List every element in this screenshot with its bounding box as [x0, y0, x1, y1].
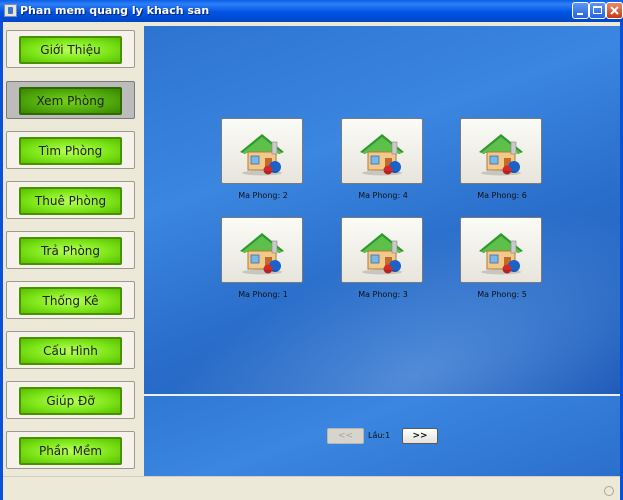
room-card-6: Ma Phong: 6 — [460, 118, 544, 200]
menu-item-xem-phong[interactable]: Xem Phòng — [6, 81, 135, 119]
room-label: Ma Phong: 5 — [477, 290, 527, 299]
house-icon — [471, 126, 531, 176]
room-label: Ma Phong: 4 — [358, 191, 408, 200]
room-card-3: Ma Phong: 3 — [341, 217, 425, 299]
house-icon — [471, 225, 531, 275]
room-button[interactable] — [341, 118, 423, 184]
room-button[interactable] — [460, 217, 542, 283]
menu-button-phan-mem[interactable]: Phần Mềm — [19, 437, 122, 465]
house-icon — [232, 225, 292, 275]
maximize-button[interactable] — [589, 2, 606, 19]
menu-item-tim-phong[interactable]: Tìm Phòng — [6, 131, 135, 169]
house-icon — [232, 126, 292, 176]
close-button[interactable] — [606, 2, 623, 19]
room-label: Ma Phong: 2 — [238, 191, 288, 200]
window-title: Phan mem quang ly khach san — [20, 4, 210, 17]
menu-item-phan-mem[interactable]: Phần Mềm — [6, 431, 135, 469]
menu-button-tim-phong[interactable]: Tìm Phòng — [19, 137, 122, 165]
room-view-panel — [144, 26, 620, 394]
menu-button-xem-phong[interactable]: Xem Phòng — [19, 87, 122, 115]
menu-item-thong-ke[interactable]: Thống Kê — [6, 281, 135, 319]
house-icon — [352, 126, 412, 176]
room-button[interactable] — [221, 217, 303, 283]
menu-item-tra-phong[interactable]: Trả Phòng — [6, 231, 135, 269]
room-label: Ma Phong: 1 — [238, 290, 288, 299]
room-card-5: Ma Phong: 5 — [460, 217, 544, 299]
close-icon — [610, 6, 619, 15]
status-bar — [3, 476, 620, 500]
floor-label: Lầu:1 — [368, 431, 391, 440]
next-floor-button[interactable]: >> — [402, 428, 438, 444]
previous-floor-button[interactable]: << — [327, 428, 364, 444]
menu-button-giup-do[interactable]: Giúp Đỡ — [19, 387, 122, 415]
resize-grip[interactable] — [604, 486, 614, 496]
menu-item-gioi-thieu[interactable]: Giới Thiệu — [6, 30, 135, 68]
room-card-4: Ma Phong: 4 — [341, 118, 425, 200]
room-card-2: Ma Phong: 2 — [221, 118, 305, 200]
menu-button-gioi-thieu[interactable]: Giới Thiệu — [19, 36, 122, 64]
room-button[interactable] — [341, 217, 423, 283]
menu-item-giup-do[interactable]: Giúp Đỡ — [6, 381, 135, 419]
menu-button-cau-hinh[interactable]: Cấu Hình — [19, 337, 122, 365]
java-app-icon — [4, 4, 17, 17]
minimize-button[interactable] — [572, 2, 589, 19]
menu-item-cau-hinh[interactable]: Cấu Hình — [6, 331, 135, 369]
room-label: Ma Phong: 3 — [358, 290, 408, 299]
menu-button-thong-ke[interactable]: Thống Kê — [19, 287, 122, 315]
house-icon — [352, 225, 412, 275]
title-bar: Phan mem quang ly khach san — [0, 0, 623, 22]
room-card-1: Ma Phong: 1 — [221, 217, 305, 299]
sidebar-menu: Giới Thiệu Xem Phòng Tìm Phòng Thuê Phòn… — [4, 26, 140, 474]
room-button[interactable] — [221, 118, 303, 184]
room-button[interactable] — [460, 118, 542, 184]
room-label: Ma Phong: 6 — [477, 191, 527, 200]
menu-item-thue-phong[interactable]: Thuê Phòng — [6, 181, 135, 219]
menu-button-thue-phong[interactable]: Thuê Phòng — [19, 187, 122, 215]
menu-button-tra-phong[interactable]: Trả Phòng — [19, 237, 122, 265]
